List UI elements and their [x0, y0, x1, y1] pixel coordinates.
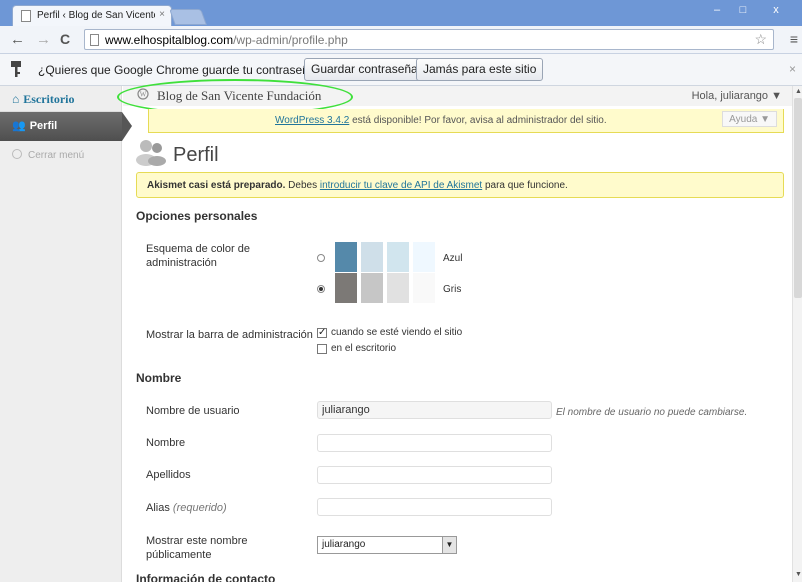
key-icon — [10, 60, 22, 82]
page-icon — [90, 34, 99, 46]
display-name-label: Mostrar este nombre públicamente — [146, 535, 248, 561]
new-tab-button[interactable] — [169, 9, 207, 25]
akismet-notice-text: Akismet casi está preparado. Debes intro… — [147, 180, 568, 191]
close-window-button[interactable]: x — [756, 2, 796, 20]
scroll-down-icon[interactable]: ▼ — [795, 571, 802, 578]
page-icon — [21, 10, 31, 22]
color-scheme-radio-gris[interactable] — [317, 285, 325, 293]
color-swatch — [387, 242, 409, 272]
page-title: Perfil — [173, 144, 219, 166]
color-scheme-radio-azul[interactable] — [317, 254, 325, 262]
current-menu-arrow — [122, 112, 132, 141]
bookmark-star-icon[interactable]: ☆ — [754, 31, 767, 48]
scroll-up-icon[interactable]: ▲ — [795, 88, 802, 95]
first-name-field[interactable] — [317, 434, 552, 452]
url-text: www.elhospitalblog.com/wp-admin/profile.… — [105, 33, 348, 47]
update-notice-text: WordPress 3.4.2 está disponible! Por fav… — [275, 115, 607, 126]
nickname-field[interactable] — [317, 498, 552, 516]
user-menu[interactable]: Hola, juliarango ▼ — [692, 90, 782, 102]
chrome-menu-icon[interactable]: ≡ — [790, 31, 798, 47]
required-note: (requerido) — [172, 502, 227, 514]
infobar-close-icon[interactable]: × — [789, 62, 796, 76]
color-swatch — [413, 273, 435, 303]
akismet-key-link[interactable]: introducir tu clave de API de Akismet — [320, 180, 482, 191]
collapse-label: Cerrar menú — [28, 150, 85, 161]
page-scrollbar[interactable]: ▲ ▼ — [792, 86, 802, 582]
update-notice: WordPress 3.4.2 está disponible! Por fav… — [148, 109, 784, 133]
color-swatch — [387, 273, 409, 303]
personal-options-heading: Opciones personales — [136, 209, 258, 223]
browser-titlebar: Perfil ‹ Blog de San Vicente Fu × – □ x — [0, 0, 802, 26]
collapse-icon — [12, 149, 22, 159]
forward-arrow-icon[interactable]: → — [36, 31, 51, 48]
password-infobar: ¿Quieres que Google Chrome guarde tu con… — [0, 54, 802, 86]
sidebar-item-dashboard[interactable]: ⌂ Escritorio — [0, 86, 122, 112]
never-save-button[interactable]: Jamás para este sitio — [416, 58, 544, 81]
update-link[interactable]: WordPress 3.4.2 — [275, 115, 349, 126]
toolbar-site-label: cuando se esté viendo el sitio — [331, 327, 463, 338]
sidebar-item-label: Perfil — [29, 120, 58, 132]
first-name-label: Nombre — [146, 437, 186, 449]
browser-toolbar: ← → C www.elhospitalblog.com/wp-admin/pr… — [0, 26, 802, 54]
help-tab-button[interactable]: Ayuda ▼ — [722, 111, 777, 127]
scroll-thumb[interactable] — [794, 98, 802, 298]
tab-close-icon[interactable]: × — [159, 9, 165, 20]
akismet-notice: Akismet casi está preparado. Debes intro… — [136, 172, 784, 198]
reload-icon[interactable]: C — [60, 31, 70, 47]
collapse-menu-button[interactable]: Cerrar menú — [0, 143, 122, 169]
home-icon: ⌂ — [12, 92, 20, 106]
last-name-label: Apellidos — [146, 469, 191, 481]
username-label: Nombre de usuario — [146, 405, 240, 417]
users-icon: 👥 — [12, 120, 26, 132]
admin-sidebar: ⌂ Escritorio 👥 Perfil Cerrar menú — [0, 86, 132, 582]
toolbar-site-checkbox[interactable]: ✓ — [317, 328, 327, 338]
name-heading: Nombre — [136, 371, 182, 385]
color-swatch — [361, 273, 383, 303]
display-name-value: juliarango — [322, 539, 366, 550]
tab-title: Perfil ‹ Blog de San Vicente Fu — [37, 10, 155, 21]
browser-tab[interactable]: Perfil ‹ Blog de San Vicente Fu × — [12, 5, 172, 26]
toolbar-dashboard-label: en el escritorio — [331, 343, 397, 354]
color-swatch — [335, 242, 357, 272]
window-controls: – □ x — [704, 2, 796, 20]
sidebar-item-profile[interactable]: 👥 Perfil — [0, 112, 132, 141]
color-scheme-name: Gris — [443, 284, 462, 295]
color-swatch — [413, 242, 435, 272]
maximize-button[interactable]: □ — [730, 2, 756, 20]
profile-users-icon — [135, 138, 167, 173]
last-name-field[interactable] — [317, 466, 552, 484]
username-description: El nombre de usuario no puede cambiarse. — [556, 407, 748, 418]
infobar-message: ¿Quieres que Google Chrome guarde tu con… — [38, 63, 323, 77]
color-swatch — [335, 273, 357, 303]
color-swatch — [361, 242, 383, 272]
nickname-label: Alias (requerido) — [146, 502, 227, 514]
contact-info-heading: Información de contacto — [136, 572, 276, 582]
color-scheme-name: Azul — [443, 253, 463, 264]
display-name-select[interactable]: juliarango ▼ — [317, 536, 457, 554]
toolbar-label: Mostrar la barra de administración — [146, 329, 313, 341]
sidebar-item-label: Escritorio — [23, 92, 75, 106]
minimize-button[interactable]: – — [704, 2, 730, 20]
back-arrow-icon[interactable]: ← — [10, 31, 25, 48]
chevron-down-icon: ▼ — [442, 537, 456, 553]
toolbar-dashboard-checkbox[interactable] — [317, 344, 327, 354]
address-bar[interactable]: www.elhospitalblog.com/wp-admin/profile.… — [84, 29, 774, 50]
color-scheme-label: Esquema de color de administración — [146, 243, 250, 269]
username-field[interactable] — [317, 401, 552, 419]
save-password-button[interactable]: Guardar contraseña — [304, 58, 425, 81]
